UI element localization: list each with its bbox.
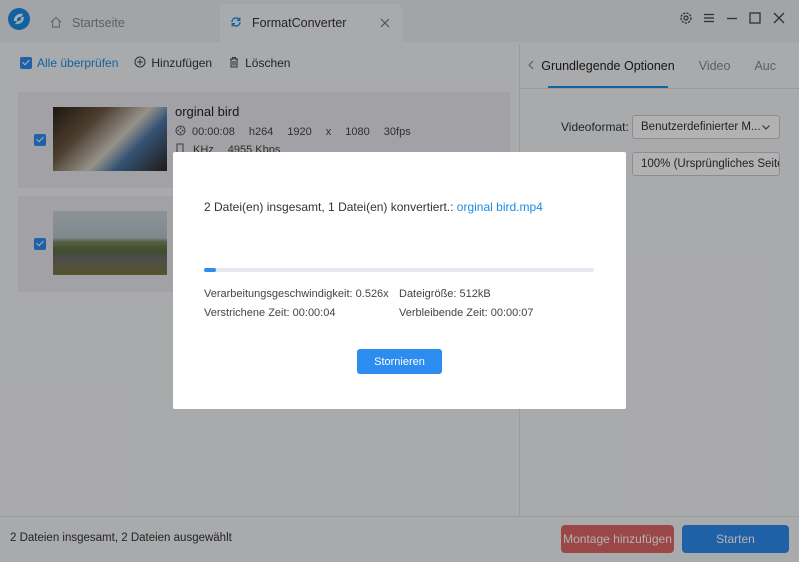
processing-speed: Verarbeitungsgeschwindigkeit: 0.526x: [204, 288, 389, 300]
progress-fill: [204, 268, 216, 272]
conversion-message: 2 Datei(en) insgesamt, 1 Datei(en) konve…: [204, 200, 543, 214]
conversion-summary: 2 Datei(en) insgesamt, 1 Datei(en) konve…: [204, 200, 454, 214]
current-file-name: orginal bird.mp4: [456, 200, 543, 214]
cancel-button[interactable]: Stornieren: [357, 349, 442, 374]
elapsed-time: Verstrichene Zeit: 00:00:04: [204, 307, 336, 319]
remaining-time: Verbleibende Zeit: 00:00:07: [399, 307, 534, 319]
conversion-progress-dialog: 2 Datei(en) insgesamt, 1 Datei(en) konve…: [173, 152, 626, 409]
file-size: Dateigröße: 512kB: [399, 288, 491, 300]
progress-bar: [204, 268, 594, 272]
